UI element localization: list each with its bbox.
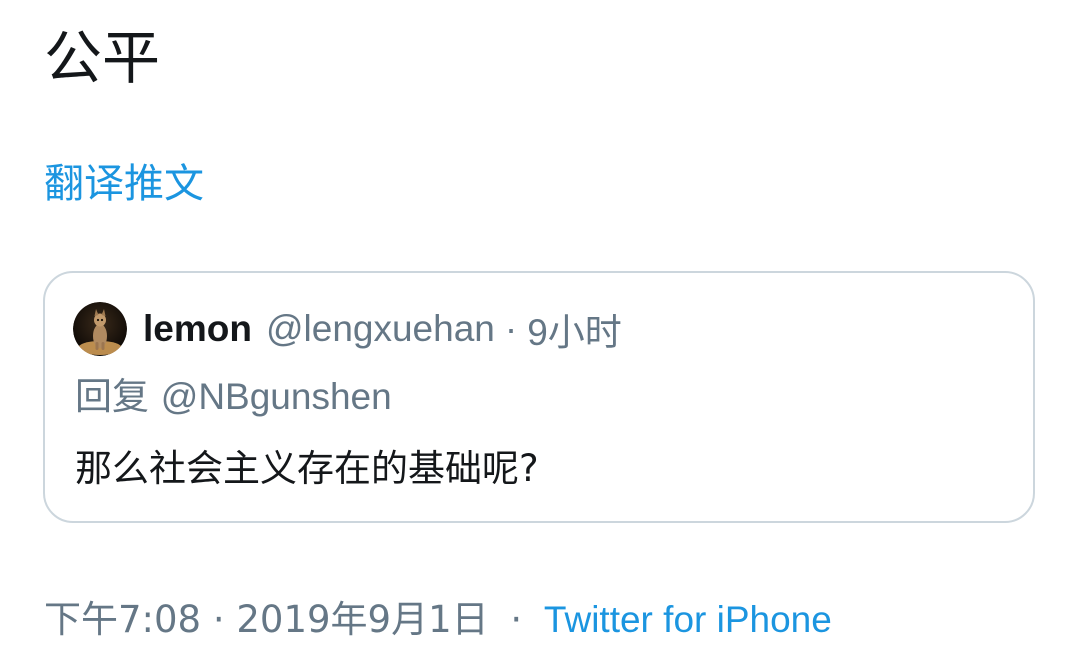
quoted-handle[interactable]: @lengxuehan — [266, 308, 495, 350]
quoted-tweet-card[interactable]: lemon @lengxuehan · 9小时 回复 @NBgunshen 那么… — [43, 271, 1035, 523]
separator-dot: · — [504, 308, 518, 349]
quoted-tweet-header: lemon @lengxuehan · 9小时 — [73, 301, 622, 357]
reply-context: 回复 @NBgunshen — [75, 371, 392, 423]
reply-prefix: 回复 — [75, 375, 149, 418]
quoted-tweet-text: 那么社会主义存在的基础呢? — [75, 447, 539, 490]
tweet-metadata: 下午7:08 · 2019年9月1日 · Twitter for iPhone — [44, 594, 832, 646]
separator-dot: · — [510, 598, 523, 641]
quoted-display-name[interactable]: lemon — [143, 308, 252, 350]
translate-tweet-link[interactable]: 翻译推文 — [44, 156, 204, 212]
quoted-time[interactable]: 9小时 — [527, 302, 622, 356]
cat-avatar-icon[interactable] — [73, 302, 127, 356]
reply-mention-link[interactable]: @NBgunshen — [161, 376, 392, 417]
tweet-text: 公平 — [44, 24, 161, 92]
tweet-timestamp[interactable]: 下午7:08 · 2019年9月1日 — [44, 598, 489, 641]
tweet-source-link[interactable]: Twitter for iPhone — [544, 599, 832, 640]
